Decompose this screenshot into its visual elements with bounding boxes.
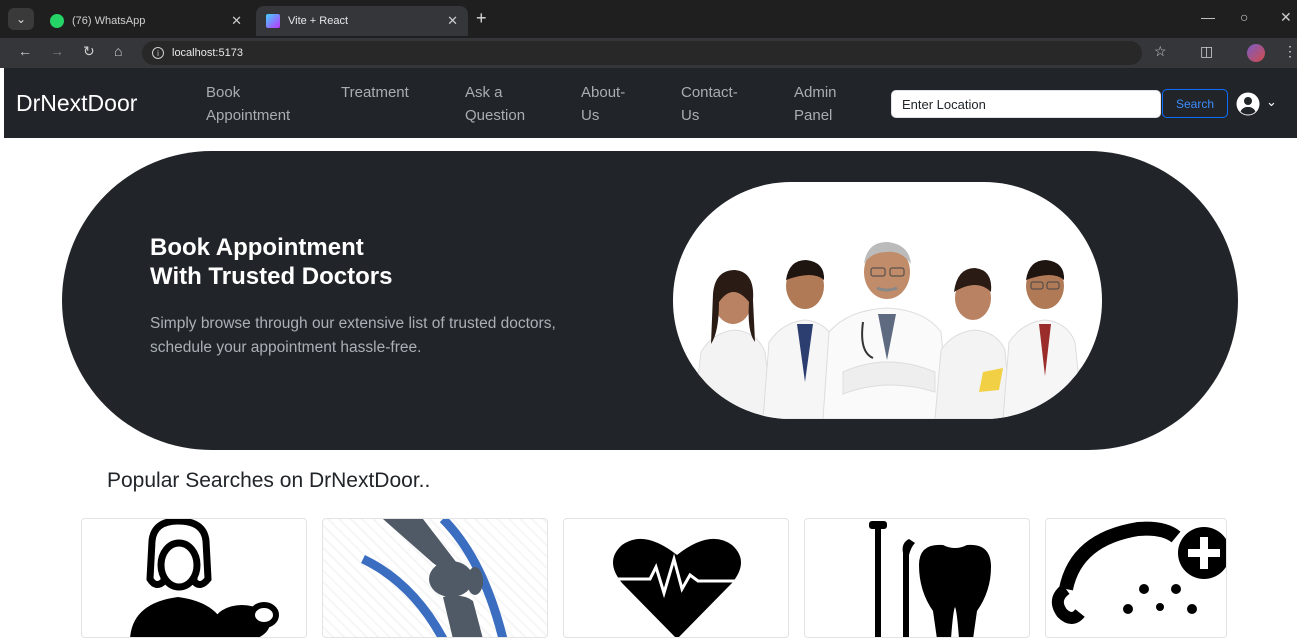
close-icon[interactable]: ✕ <box>447 13 458 29</box>
restore-icon[interactable]: ○ <box>1240 9 1248 25</box>
doctors-illustration <box>692 242 1084 419</box>
address-bar[interactable]: i localhost:5173 <box>142 41 1142 65</box>
close-icon[interactable]: ✕ <box>231 13 242 29</box>
doctors-group-image <box>673 182 1102 419</box>
woman-doctor-icon <box>130 519 279 637</box>
nav-contact-us[interactable]: Contact- Us <box>681 81 738 127</box>
location-input[interactable] <box>891 90 1161 118</box>
url-text: localhost:5173 <box>172 47 243 59</box>
hero-subtitle-line: Simply browse through our extensive list… <box>150 315 556 332</box>
baby-care-icon <box>1051 521 1226 624</box>
nav-treatment[interactable]: Treatment <box>341 81 409 104</box>
profile-avatar-icon[interactable] <box>1247 44 1265 62</box>
nav-about-us[interactable]: About- Us <box>581 81 625 127</box>
home-icon[interactable]: ⌂ <box>114 43 122 59</box>
hero-subtitle-line: schedule your appointment hassle-free. <box>150 339 422 356</box>
nav-link-line: Ask a <box>465 84 503 101</box>
brand-logo[interactable]: DrNextDoor <box>16 90 137 117</box>
search-button[interactable]: Search <box>1162 89 1228 118</box>
user-account-icon[interactable] <box>1236 92 1260 116</box>
popular-card-women-health[interactable] <box>81 518 307 638</box>
hero-banner: Book Appointment With Trusted Doctors Si… <box>62 151 1238 450</box>
nav-link-line: Treatment <box>341 84 409 101</box>
tab-search-chevron-icon[interactable]: ⌄ <box>8 8 34 30</box>
browser-toolbar: ← → ↻ ⌂ i localhost:5173 ☆ ◫ ⋮ <box>0 38 1297 68</box>
tab-title: (76) WhatsApp <box>72 15 146 27</box>
nav-link-line: Contact- <box>681 84 738 101</box>
nav-ask-question[interactable]: Ask a Question <box>465 81 525 127</box>
app-navbar: DrNextDoor Book Appointment Treatment As… <box>4 68 1297 138</box>
back-icon[interactable]: ← <box>18 43 32 59</box>
hero-title-line: Book Appointment <box>150 234 364 261</box>
nav-link-line: About- <box>581 84 626 101</box>
popular-searches-title: Popular Searches on DrNextDoor.. <box>107 469 431 492</box>
tab-title: Vite + React <box>288 15 349 27</box>
site-info-icon[interactable]: i <box>152 47 164 59</box>
nav-link-line: Book <box>206 84 241 101</box>
hero-title-line: With Trusted Doctors <box>150 263 393 290</box>
popular-card-orthopedics[interactable] <box>322 518 548 638</box>
nav-link-line: Us <box>581 107 600 124</box>
tab-vite-react[interactable]: Vite + React ✕ <box>256 6 468 36</box>
dental-tools-icon <box>869 521 991 637</box>
nav-link-line: Question <box>465 107 526 124</box>
reload-icon[interactable]: ↻ <box>83 43 95 60</box>
new-tab-icon[interactable]: + <box>476 8 487 29</box>
chevron-down-icon[interactable]: ⌄ <box>1266 94 1277 110</box>
heartbeat-icon <box>613 539 741 637</box>
hero-title: Book Appointment With Trusted Doctors <box>150 233 392 291</box>
forward-icon[interactable]: → <box>50 43 64 59</box>
nav-link-line: Appointment <box>206 107 291 124</box>
popular-card-dentistry[interactable] <box>804 518 1030 638</box>
browser-menu-icon[interactable]: ⋮ <box>1283 43 1297 60</box>
nav-admin-panel[interactable]: Admin Panel <box>794 81 837 127</box>
hero-subtitle: Simply browse through our extensive list… <box>150 312 556 360</box>
tab-whatsapp[interactable]: (76) WhatsApp ✕ <box>40 6 252 36</box>
nav-link-line: Us <box>681 107 700 124</box>
knee-joint-icon <box>361 519 508 637</box>
bookmark-star-icon[interactable]: ☆ <box>1154 43 1167 60</box>
nav-link-line: Admin <box>794 84 837 101</box>
browser-tab-bar: ⌄ (76) WhatsApp ✕ Vite + React ✕ + — ○ ✕ <box>0 0 1297 38</box>
whatsapp-icon <box>50 14 64 28</box>
window-close-icon[interactable]: ✕ <box>1280 9 1292 26</box>
popular-card-cardiology[interactable] <box>563 518 789 638</box>
nav-book-appointment[interactable]: Book Appointment <box>206 81 290 127</box>
nav-link-line: Panel <box>794 107 833 124</box>
minimize-icon[interactable]: — <box>1201 9 1215 25</box>
popular-card-pediatrics[interactable] <box>1045 518 1227 638</box>
extensions-icon[interactable]: ◫ <box>1200 43 1213 60</box>
vite-icon <box>266 14 280 28</box>
